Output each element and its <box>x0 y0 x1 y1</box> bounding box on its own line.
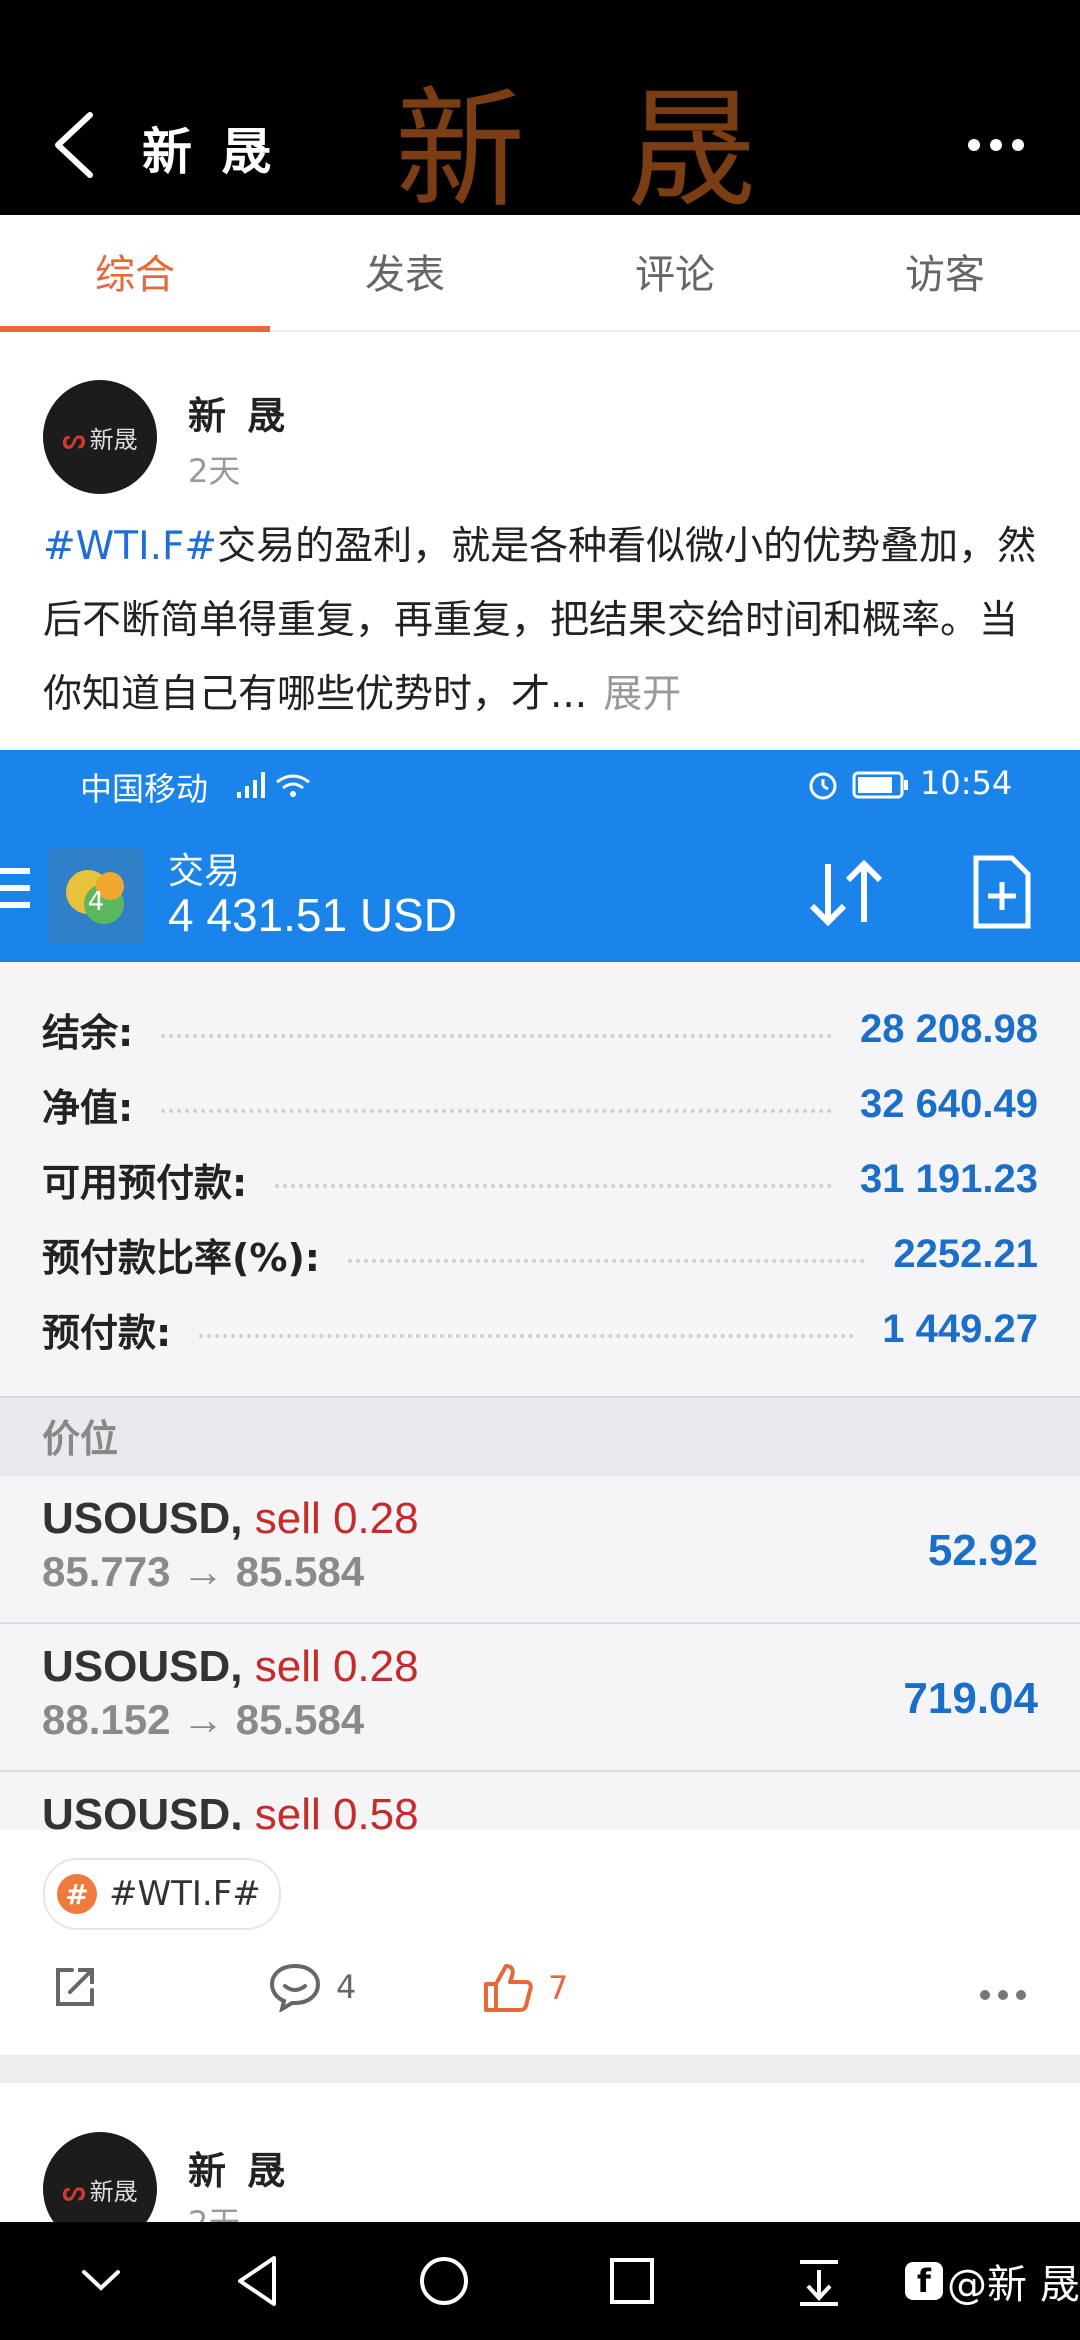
summary-margin: 预付款: 1 449.27 <box>42 1306 1038 1355</box>
top-bar: 新 晟 新 晟 <box>0 0 1080 215</box>
post-more-icon[interactable] <box>980 1985 1034 2004</box>
avatar-logo: ᔕ 新晟 <box>62 424 138 455</box>
tab-comments[interactable]: 评论 <box>540 215 810 330</box>
nav-back-icon[interactable] <box>232 2252 282 2310</box>
trade-header: 4 交易 4 431.51 USD <box>0 820 1080 962</box>
next-post-author-name[interactable]: 新 晟 <box>188 2140 289 2195</box>
position-row[interactable]: USOUSD, sell 0.28 85.773 → 85.584 52.92 <box>0 1476 1080 1624</box>
alarm-icon <box>809 772 837 800</box>
positions-section-header: 价位 <box>0 1396 1080 1478</box>
hide-nav-chevron-icon[interactable] <box>78 2252 124 2310</box>
carrier-label: 中国移动 <box>80 770 209 808</box>
back-arrow-icon[interactable] <box>50 110 100 180</box>
page-title: 新 晟 <box>142 123 278 181</box>
nav-recents-icon[interactable] <box>606 2252 658 2310</box>
post-body[interactable]: #WTI.F#交易的盈利，就是各种看似微小的优势叠加，然后不断简单得重复，再重复… <box>43 510 1043 732</box>
comment-button[interactable]: 4 <box>268 1962 356 2012</box>
summary-balance: 结余: 28 208.98 <box>42 1006 1038 1055</box>
metatrader-app-icon: 4 <box>48 848 144 944</box>
notification-pulldown-icon[interactable] <box>794 2252 844 2310</box>
account-profit-value: 4 431.51 USD <box>168 889 457 941</box>
image-status-bar: 中国移动 10:54 <box>0 750 1080 820</box>
avatar-logo: ᔕ 新晟 <box>62 2176 138 2207</box>
summary-margin-level: 预付款比率(%): 2252.21 <box>42 1231 1038 1280</box>
account-label: 交易 <box>168 851 241 892</box>
position-row[interactable]: USOUSD, sell 0.28 88.152 → 85.584 719.04 <box>0 1624 1080 1772</box>
banner-calligraphy: 新 晟 <box>395 74 787 226</box>
hashtag-icon: # <box>57 1874 97 1914</box>
sort-icon[interactable] <box>806 858 886 928</box>
feed-divider <box>0 2055 1080 2083</box>
thumbs-up-icon <box>484 1964 533 2012</box>
post-author-name[interactable]: 新 晟 <box>188 385 289 440</box>
clock-label: 10:54 <box>920 764 1013 802</box>
share-icon <box>56 1968 94 2006</box>
topic-tag-chip[interactable]: # #WTI.F# <box>43 1858 281 1930</box>
post-hashtag-link[interactable]: #WTI.F# <box>43 524 217 569</box>
tab-posts[interactable]: 发表 <box>270 215 540 330</box>
svg-text:4: 4 <box>88 887 105 917</box>
summary-equity: 净值: 32 640.49 <box>42 1081 1038 1130</box>
watermark: f @新 晟 <box>905 2252 1080 2310</box>
tab-visitors[interactable]: 访客 <box>810 215 1080 330</box>
comment-count: 4 <box>336 1968 357 2006</box>
more-options-icon[interactable] <box>968 136 1034 155</box>
expand-link[interactable]: 展开 <box>603 672 681 717</box>
platform-logo-icon: f <box>905 2262 943 2300</box>
tab-overview[interactable]: 综合 <box>0 215 270 332</box>
like-button[interactable]: 7 <box>482 1962 568 2014</box>
comment-icon <box>269 1963 321 2012</box>
signal-wifi-icon <box>237 772 310 798</box>
like-count: 7 <box>548 1969 569 2007</box>
menu-icon[interactable] <box>0 868 30 919</box>
share-button[interactable] <box>50 1962 100 2012</box>
battery-icon <box>852 771 908 799</box>
avatar[interactable]: ᔕ 新晟 <box>43 380 157 494</box>
nav-home-icon[interactable] <box>416 2252 472 2310</box>
post-image[interactable]: 中国移动 10:54 4 交易 4 431.51 USD 结余: 28 208.… <box>0 750 1080 1830</box>
summary-free-margin: 可用预付款: 31 191.23 <box>42 1156 1038 1205</box>
new-order-icon[interactable] <box>972 854 1032 930</box>
topic-tag-label: #WTI.F# <box>109 1874 261 1914</box>
position-row[interactable]: USOUSD, sell 0.58 2 271.28 <box>0 1772 1080 1830</box>
post-time: 2天 <box>188 452 241 490</box>
profile-tabs: 综合 发表 评论 访客 <box>0 215 1080 332</box>
